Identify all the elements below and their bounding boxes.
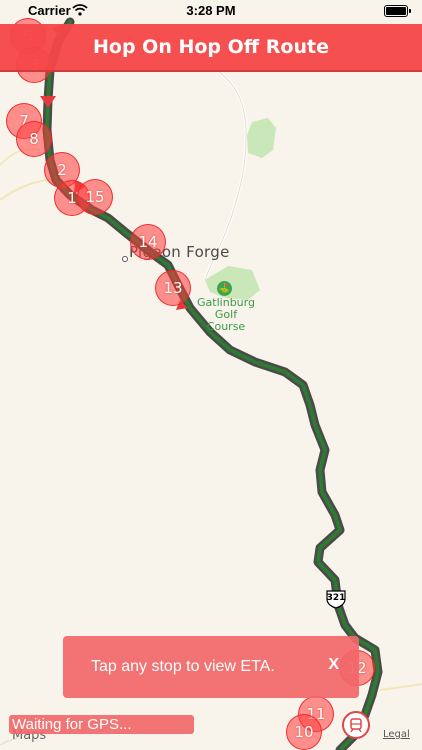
status-bar: Carrier 3:28 PM (0, 0, 422, 22)
toast-message: Tap any stop to view ETA. (91, 658, 275, 675)
stop-marker-8[interactable]: 8 (16, 121, 52, 157)
stop-label: 1 (67, 189, 77, 207)
stop-marker-15[interactable]: 15 (77, 179, 113, 215)
navigation-bar: Hop On Hop Off Route (0, 24, 422, 72)
golf-label-line2: Golf Course (206, 308, 246, 333)
golf-course-label: Gatlinburg Golf Course (196, 297, 256, 333)
stop-marker-10[interactable]: 10 (286, 714, 322, 750)
stop-label: 2 (57, 161, 67, 179)
toast-close-button[interactable]: X (328, 656, 339, 674)
stop-label: 15 (85, 188, 105, 206)
tram-icon[interactable] (342, 711, 370, 739)
stop-label: 10 (294, 723, 314, 741)
clock-label: 3:28 PM (186, 3, 236, 18)
town-marker (122, 256, 128, 262)
legal-link[interactable]: Legal (383, 729, 410, 740)
stop-marker-14[interactable]: 14 (130, 224, 166, 260)
highway-shield-icon: 321 (325, 589, 347, 609)
stop-marker-13[interactable]: 13 (155, 270, 191, 306)
golf-icon: ⛳ (217, 281, 232, 296)
stop-label: 8 (29, 130, 39, 148)
page-title: Hop On Hop Off Route (93, 36, 329, 58)
stop-label: 13 (163, 279, 183, 297)
gps-status-label: Waiting for GPS... (9, 715, 194, 734)
highway-shield-label: 321 (326, 593, 346, 603)
eta-hint-toast: Tap any stop to view ETA. X (63, 636, 359, 698)
stop-label: 14 (138, 233, 158, 251)
battery-icon (384, 5, 411, 17)
